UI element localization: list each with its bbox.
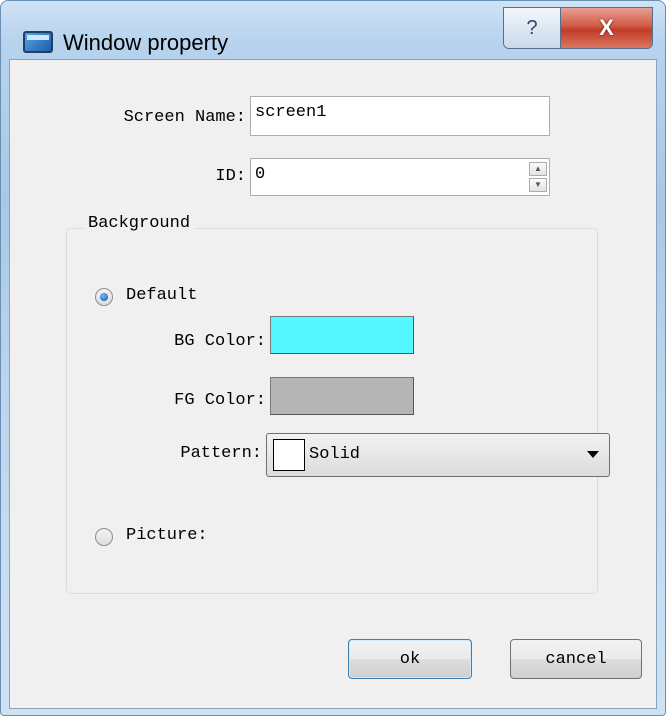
screen-name-label: Screen Name: (123, 108, 246, 127)
cancel-button-label: cancel (545, 649, 607, 669)
screen-name-value: screen1 (255, 103, 327, 122)
cancel-button[interactable]: cancel (510, 639, 642, 679)
pattern-dropdown[interactable]: Solid (266, 433, 610, 477)
pattern-swatch (273, 439, 305, 471)
id-value: 0 (255, 165, 266, 184)
title-bar[interactable]: Window property ? X (1, 1, 665, 59)
dropdown-arrow-icon (587, 451, 599, 458)
help-icon: ? (526, 16, 538, 39)
id-spinbox[interactable]: 0 ▲ ▼ (250, 158, 550, 196)
window-title: Window property (63, 30, 229, 55)
spin-up-icon[interactable]: ▲ (529, 162, 547, 176)
fg-color-label: FG Color: (174, 391, 266, 410)
spin-buttons: ▲ ▼ (529, 162, 547, 192)
ok-button-label: ok (399, 649, 421, 669)
window-app-icon (23, 31, 53, 53)
close-button[interactable]: X (561, 8, 652, 48)
bg-color-button[interactable] (270, 316, 414, 354)
background-group-label: Background (84, 214, 195, 233)
bg-color-label: BG Color: (174, 332, 266, 351)
screen-name-input[interactable]: screen1 (250, 96, 550, 136)
spin-down-icon[interactable]: ▼ (529, 178, 547, 192)
default-label: Default (126, 286, 198, 305)
caption-buttons: ? X (503, 7, 653, 49)
close-icon: X (599, 15, 614, 40)
picture-radio[interactable] (95, 528, 113, 546)
default-radio[interactable] (95, 288, 113, 306)
pattern-label: Pattern: (180, 444, 262, 463)
help-button[interactable]: ? (504, 8, 561, 48)
fg-color-button[interactable] (270, 377, 414, 415)
pattern-value: Solid (309, 445, 361, 464)
picture-label: Picture: (126, 526, 208, 545)
id-label: ID: (215, 167, 246, 186)
ok-button[interactable]: ok (348, 639, 472, 679)
